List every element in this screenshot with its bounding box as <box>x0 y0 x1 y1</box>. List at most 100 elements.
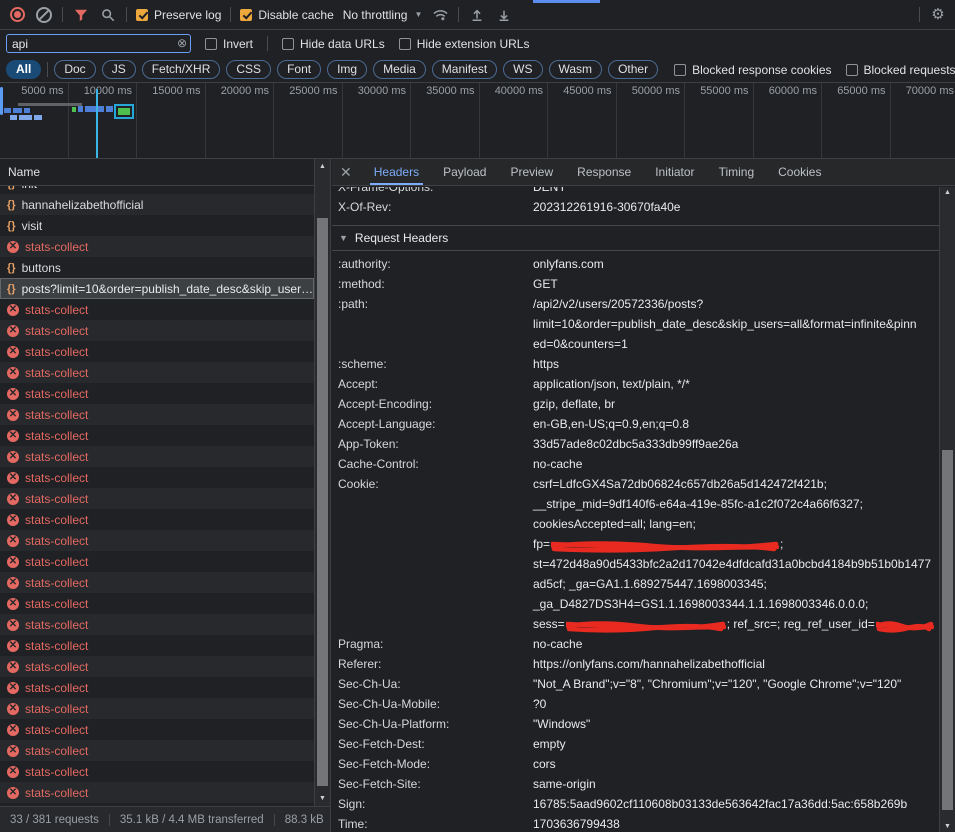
request-row[interactable]: ✕stats-collect <box>0 404 314 425</box>
header-value-text: __stripe_mid=9df140f6-e64a-419e-85fc-a1c… <box>533 497 863 511</box>
disable-cache-checkbox[interactable]: Disable cache <box>240 8 333 22</box>
record-icon[interactable] <box>8 6 26 24</box>
scroll-down-icon[interactable]: ▼ <box>940 823 955 830</box>
tab-initiator[interactable]: Initiator <box>643 159 706 185</box>
request-row[interactable]: ✕stats-collect <box>0 614 314 635</box>
request-row[interactable]: ✕stats-collect <box>0 446 314 467</box>
type-chip-other[interactable]: Other <box>608 60 658 79</box>
request-row[interactable]: {}buttons <box>0 257 314 278</box>
filter-icon[interactable] <box>72 6 90 24</box>
clear-filter-icon[interactable]: ⊗ <box>177 37 187 49</box>
tab-timing[interactable]: Timing <box>707 159 767 185</box>
network-overview-timeline[interactable]: 5000 ms10000 ms15000 ms20000 ms25000 ms3… <box>0 83 955 159</box>
request-row[interactable]: ✕stats-collect <box>0 551 314 572</box>
request-row[interactable]: ✕stats-collect <box>0 572 314 593</box>
type-chip-font[interactable]: Font <box>277 60 321 79</box>
request-row[interactable]: ✕stats-collect <box>0 593 314 614</box>
scroll-down-icon[interactable]: ▼ <box>315 795 330 802</box>
request-headers-section[interactable]: ▼ Request Headers <box>332 225 940 251</box>
name-column-header[interactable]: Name <box>0 159 330 186</box>
type-chip-css[interactable]: CSS <box>226 60 271 79</box>
hide-extension-urls-checkbox[interactable]: Hide extension URLs <box>399 37 530 51</box>
clear-icon[interactable] <box>35 6 53 24</box>
error-icon: ✕ <box>7 745 19 757</box>
header-value-text: onlyfans.com <box>533 257 604 271</box>
header-row: Cookie:csrf=LdfcGX4Sa72db06824c657db26a5… <box>332 474 940 634</box>
scroll-up-icon[interactable]: ▲ <box>940 189 955 196</box>
request-row[interactable]: ✕stats-collect <box>0 509 314 530</box>
request-row[interactable]: ✕stats-collect <box>0 656 314 677</box>
request-row[interactable]: {}posts?limit=10&order=publish_date_desc… <box>0 278 314 299</box>
settings-gear-icon[interactable]: ⚙ <box>929 6 947 24</box>
tab-preview[interactable]: Preview <box>498 159 565 185</box>
request-row[interactable]: ✕stats-collect <box>0 383 314 404</box>
scroll-up-icon[interactable]: ▲ <box>315 163 330 170</box>
request-row[interactable]: {}init <box>0 186 314 194</box>
request-row[interactable]: ✕stats-collect <box>0 761 314 782</box>
header-row: Sec-Fetch-Mode:cors <box>332 754 940 774</box>
timeline-handle[interactable] <box>0 87 3 115</box>
type-chip-media[interactable]: Media <box>373 60 426 79</box>
request-row[interactable]: ✕stats-collect <box>0 320 314 341</box>
error-icon: ✕ <box>7 640 19 652</box>
scrollbar-thumb[interactable] <box>317 218 328 786</box>
throttling-select[interactable]: No throttling ▼ <box>343 8 423 22</box>
request-row[interactable]: ✕stats-collect <box>0 236 314 257</box>
checkbox-icon <box>846 64 858 76</box>
request-row[interactable]: ✕stats-collect <box>0 782 314 803</box>
request-row[interactable]: ✕stats-collect <box>0 677 314 698</box>
tab-cookies[interactable]: Cookies <box>766 159 833 185</box>
invert-checkbox[interactable]: Invert <box>205 37 253 51</box>
request-row[interactable]: ✕stats-collect <box>0 719 314 740</box>
type-chip-js[interactable]: JS <box>102 60 136 79</box>
request-list-scrollbar[interactable]: ▲ ▼ <box>314 159 330 806</box>
request-row[interactable]: ✕stats-collect <box>0 740 314 761</box>
request-row[interactable]: ✕stats-collect <box>0 530 314 551</box>
search-icon[interactable] <box>99 6 117 24</box>
header-value: "Windows" <box>533 714 590 734</box>
type-chip-fetch-xhr[interactable]: Fetch/XHR <box>142 60 221 79</box>
request-row[interactable]: ✕stats-collect <box>0 488 314 509</box>
header-value-text: _ga_D4827DS3H4=GS1.1.1698003344.1.1.1698… <box>533 597 868 611</box>
blocked-response-cookies-checkbox[interactable]: Blocked response cookies <box>674 63 831 77</box>
blocked-requests-checkbox[interactable]: Blocked requests <box>846 63 955 77</box>
hide-data-urls-checkbox[interactable]: Hide data URLs <box>282 37 385 51</box>
type-chip-img[interactable]: Img <box>327 60 367 79</box>
network-conditions-icon[interactable] <box>431 6 449 24</box>
request-row[interactable]: ✕stats-collect <box>0 635 314 656</box>
request-row[interactable]: ✕stats-collect <box>0 425 314 446</box>
tab-payload[interactable]: Payload <box>431 159 498 185</box>
export-har-icon[interactable] <box>495 6 513 24</box>
tab-headers[interactable]: Headers <box>362 159 431 185</box>
preserve-log-checkbox[interactable]: Preserve log <box>136 8 221 22</box>
filter-input[interactable] <box>6 34 191 53</box>
redaction-scribble <box>876 619 934 633</box>
request-row[interactable]: ✕stats-collect <box>0 362 314 383</box>
type-chip-all[interactable]: All <box>6 60 41 79</box>
header-value: no-cache <box>533 454 582 474</box>
header-value: cors <box>533 754 556 774</box>
request-row[interactable]: ✕stats-collect <box>0 341 314 362</box>
header-value-text: same-origin <box>533 777 596 791</box>
details-scrollbar[interactable]: ▲ ▼ <box>939 187 955 832</box>
request-row[interactable]: {}hannahelizabethofficial <box>0 194 314 215</box>
header-value-text: GET <box>533 277 558 291</box>
type-chip-doc[interactable]: Doc <box>54 60 95 79</box>
type-chip-ws[interactable]: WS <box>503 60 542 79</box>
checkbox-icon <box>674 64 686 76</box>
import-har-icon[interactable] <box>468 6 486 24</box>
header-name: Pragma: <box>338 634 533 654</box>
header-value-text: fp= <box>533 537 550 551</box>
request-name: hannahelizabethofficial <box>22 198 144 212</box>
request-name: stats-collect <box>25 618 88 632</box>
type-chip-wasm[interactable]: Wasm <box>549 60 603 79</box>
close-icon[interactable]: ✕ <box>332 164 362 181</box>
request-row[interactable]: ✕stats-collect <box>0 467 314 488</box>
request-row[interactable]: {}visit <box>0 215 314 236</box>
scrollbar-thumb[interactable] <box>942 450 953 810</box>
script-icon: {} <box>7 220 16 232</box>
type-chip-manifest[interactable]: Manifest <box>432 60 497 79</box>
tab-response[interactable]: Response <box>565 159 643 185</box>
request-row[interactable]: ✕stats-collect <box>0 299 314 320</box>
request-row[interactable]: ✕stats-collect <box>0 698 314 719</box>
